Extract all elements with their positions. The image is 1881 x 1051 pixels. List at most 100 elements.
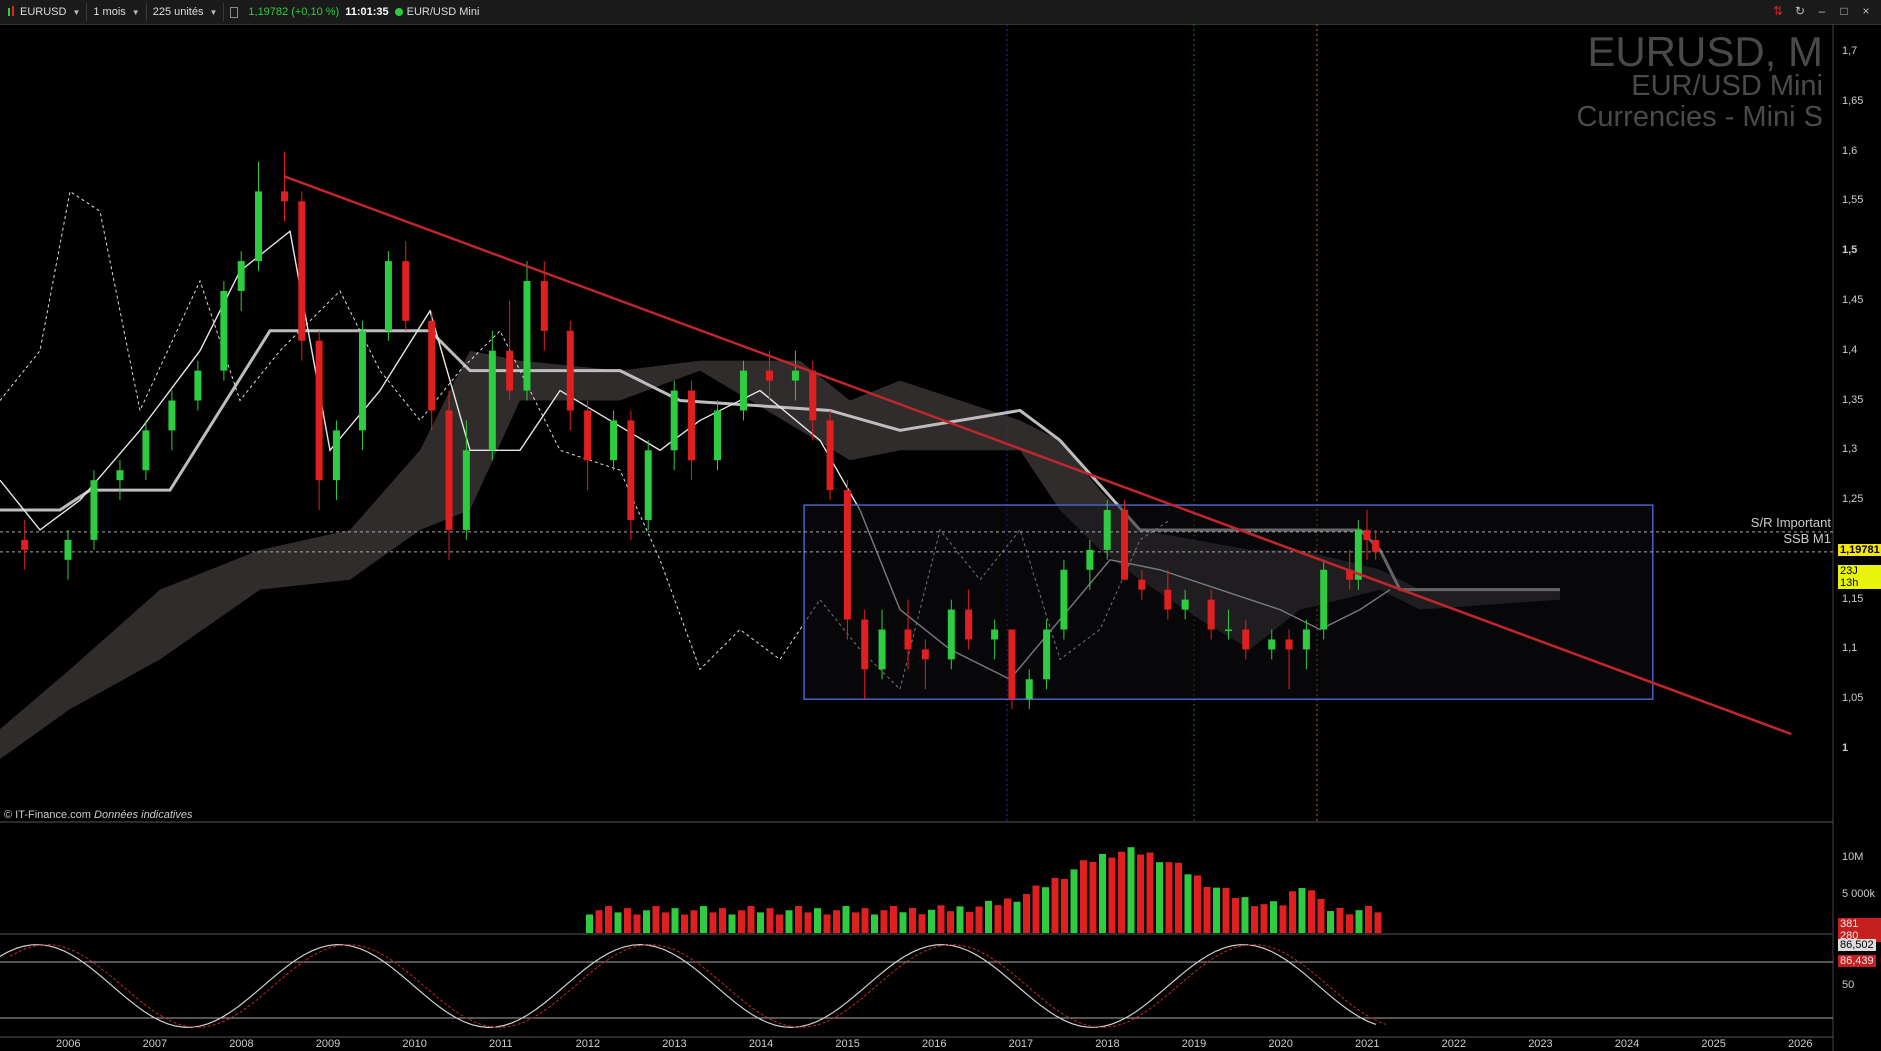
candle <box>402 241 410 331</box>
sync-icon[interactable]: ⇅ <box>1771 4 1785 18</box>
candle <box>142 420 150 481</box>
candle <box>644 440 652 530</box>
volume-bar <box>690 910 698 933</box>
minimize-icon[interactable]: – <box>1815 4 1829 18</box>
maximize-icon[interactable]: □ <box>1837 4 1851 18</box>
volume-bar <box>804 912 812 933</box>
volume-tick-label: 5 000k <box>1842 888 1876 900</box>
volume-bar <box>633 914 641 933</box>
price-tick-label: 1,5 <box>1842 244 1858 257</box>
price-tick-label: 1,55 <box>1842 194 1864 207</box>
candle-body <box>462 450 470 530</box>
volume-bar <box>728 914 736 933</box>
volume-bar <box>1222 887 1230 933</box>
volume-bar <box>899 912 907 933</box>
window-controls: ⇅ ↻ – □ × <box>1771 4 1873 18</box>
price-tick-label: 1,35 <box>1842 393 1864 406</box>
price-tick-label: 1,45 <box>1842 293 1864 306</box>
volume-bar <box>842 906 850 933</box>
candle-body <box>1372 539 1380 552</box>
candle-body <box>765 370 773 381</box>
close-icon[interactable]: × <box>1859 4 1873 18</box>
volume-bar <box>1042 887 1049 933</box>
candle-body <box>90 480 98 540</box>
volume-bar <box>1156 862 1163 933</box>
stoch-d-tag: 86,439 <box>1838 955 1876 967</box>
candle-body <box>220 290 228 371</box>
candle <box>315 330 323 511</box>
candle <box>168 390 176 451</box>
candle-body <box>384 261 392 331</box>
candle-body <box>1224 629 1232 632</box>
volume-bar <box>1355 910 1363 933</box>
candle-body <box>809 370 817 421</box>
price-tick-label: 1,3 <box>1842 443 1858 456</box>
price-tick-label: 1,25 <box>1842 493 1864 506</box>
volume-bar <box>880 910 888 933</box>
volume-bar <box>747 906 755 933</box>
candle <box>237 251 245 311</box>
candle-body <box>670 390 678 451</box>
volume-bar <box>1298 888 1306 933</box>
volume-bar <box>1175 862 1182 933</box>
volume-bar <box>890 906 897 933</box>
volume-bar <box>1137 854 1144 933</box>
units-selector[interactable]: 225 unités ▼ <box>147 3 225 21</box>
chart-toolbar: EURUSD ▼ 1 mois ▼ 225 unités ▼ 1,19782 (… <box>0 0 1881 25</box>
timeframe-selector[interactable]: 1 mois ▼ <box>87 3 147 21</box>
candle <box>90 470 98 550</box>
candle-body <box>1363 529 1371 540</box>
candle <box>384 251 392 341</box>
price-tick-label: 1,65 <box>1842 94 1864 107</box>
price-tick-label: 1 <box>1842 742 1849 754</box>
time-tick-label: 2007 <box>142 1038 168 1050</box>
volume-bar <box>1289 891 1296 933</box>
chart-area[interactable] <box>0 24 1881 1051</box>
candle <box>281 151 288 222</box>
chevron-down-icon: ▼ <box>72 7 81 17</box>
time-tick-label: 2019 <box>1181 1038 1207 1050</box>
volume-bar <box>871 914 878 933</box>
candle <box>194 360 202 411</box>
volume-bar <box>1241 897 1249 933</box>
candle <box>670 380 678 471</box>
symbol-selector[interactable]: EURUSD ▼ <box>0 3 88 21</box>
price-tick-label: 1,05 <box>1842 692 1864 705</box>
price-tick-label: 1,4 <box>1842 343 1858 356</box>
candle <box>116 460 124 501</box>
time-tick-label: 2016 <box>922 1038 947 1050</box>
candle <box>566 320 574 431</box>
info-icon[interactable] <box>230 6 239 18</box>
refresh-icon[interactable]: ↻ <box>1793 4 1807 18</box>
candle-body <box>1181 599 1189 610</box>
volume-bar <box>1023 893 1030 933</box>
candle-body <box>1320 569 1328 630</box>
candle-body <box>861 619 869 670</box>
candle <box>506 300 514 401</box>
volume-bar <box>586 914 593 933</box>
candle-body <box>1008 629 1016 700</box>
time-tick-label: 2025 <box>1701 1038 1726 1050</box>
candle <box>523 261 531 401</box>
watermark-category: Currencies - Mini S <box>1576 101 1823 133</box>
volume-bar <box>671 908 679 933</box>
candle-body <box>281 191 288 202</box>
volume-bar <box>1118 851 1125 933</box>
candle-body <box>1025 679 1033 700</box>
candle-body <box>1285 639 1293 650</box>
volume-bar <box>1270 901 1277 933</box>
candle-body <box>627 420 635 520</box>
volume-bar <box>795 906 802 933</box>
candle-body <box>21 539 29 550</box>
candle-body <box>644 450 652 520</box>
credit-source: © IT-Finance.com <box>4 809 91 821</box>
time-tick-label: 2009 <box>315 1038 341 1050</box>
chevron-down-icon: ▼ <box>131 7 140 17</box>
watermark-instrument: EUR/USD Mini <box>1631 70 1823 102</box>
volume-bar <box>994 905 1002 933</box>
candle <box>584 400 592 491</box>
time-tick-label: 2020 <box>1268 1038 1293 1050</box>
candle-body <box>714 410 721 461</box>
volume-bar <box>652 906 660 933</box>
candle-body <box>904 629 912 650</box>
